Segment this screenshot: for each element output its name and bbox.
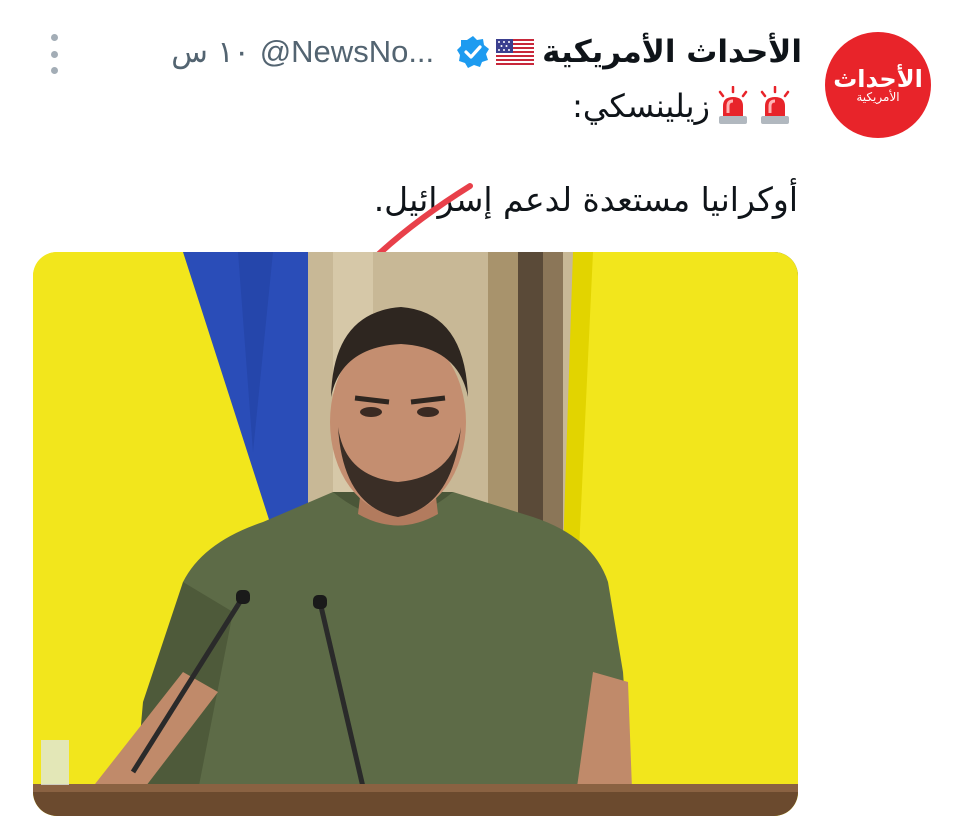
- handle[interactable]: @NewsNo...: [260, 34, 434, 70]
- police-light-icon: [756, 85, 794, 126]
- tweet-photo[interactable]: [33, 252, 798, 816]
- avatar-logo-text: الأحداث: [833, 65, 923, 93]
- display-name[interactable]: الأحداث الأمريكية: [542, 34, 802, 70]
- more-options-icon[interactable]: [44, 34, 64, 74]
- avatar-logo-subtext: الأمريكية: [856, 90, 900, 104]
- tweet-card[interactable]: الأحداث الأمريكية الأحداث الأمريكية @New…: [0, 0, 960, 832]
- timestamp[interactable]: ١٠ س: [171, 35, 249, 70]
- tweet-text-line-1: زيلينسكي:: [572, 82, 794, 130]
- us-flag-icon: [496, 39, 535, 65]
- tweet-header: الأحداث الأمريكية @NewsNo... ١٠ س: [96, 28, 802, 76]
- tweet-text-line-2: أوكرانيا مستعدة لدعم إسرائيل.: [373, 180, 798, 219]
- tweet-text-speaker: زيلينسكي:: [572, 87, 710, 125]
- police-light-icon: [714, 85, 752, 126]
- avatar[interactable]: الأحداث الأمريكية: [825, 32, 931, 138]
- verified-badge-icon: [456, 35, 490, 69]
